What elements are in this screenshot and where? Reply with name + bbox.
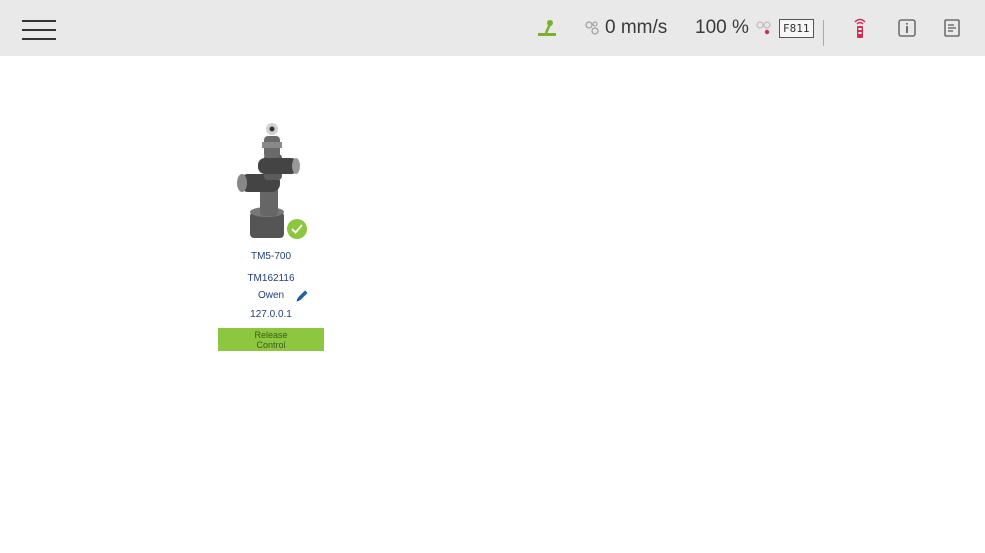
release-control-label: Release Control: [254, 329, 288, 350]
release-control-button[interactable]: Release Control: [218, 328, 324, 351]
top-bar: 0 mm/s 100 % F811: [0, 0, 985, 56]
connection-icon: [756, 21, 771, 35]
robot-card[interactable]: TM5-700 TM162116 Owen 127.0.0.1 Release …: [218, 118, 324, 353]
robot-model: TM5-700: [250, 251, 291, 262]
speed-percent[interactable]: 100 %: [695, 0, 773, 56]
log-icon[interactable]: [942, 0, 962, 56]
info-icon[interactable]: [897, 0, 917, 56]
edit-pencil-icon[interactable]: [294, 288, 310, 304]
robot-ip: 127.0.0.1: [250, 309, 292, 320]
fcode-label: F811: [779, 18, 814, 38]
speed-percent-value: 100 %: [695, 17, 749, 38]
robot-serial: TM162116: [247, 273, 295, 284]
fcode: F811: [779, 0, 814, 56]
topbar-divider: [823, 20, 824, 46]
menu-icon[interactable]: [22, 19, 56, 41]
joystick-icon[interactable]: [536, 0, 558, 56]
robot-status-icon[interactable]: [853, 0, 867, 56]
connected-check-icon: [287, 219, 307, 239]
speed-gear-icon: [585, 21, 599, 35]
speed-display: 0 mm/s: [584, 0, 667, 56]
speed-value: 0 mm/s: [605, 17, 668, 38]
